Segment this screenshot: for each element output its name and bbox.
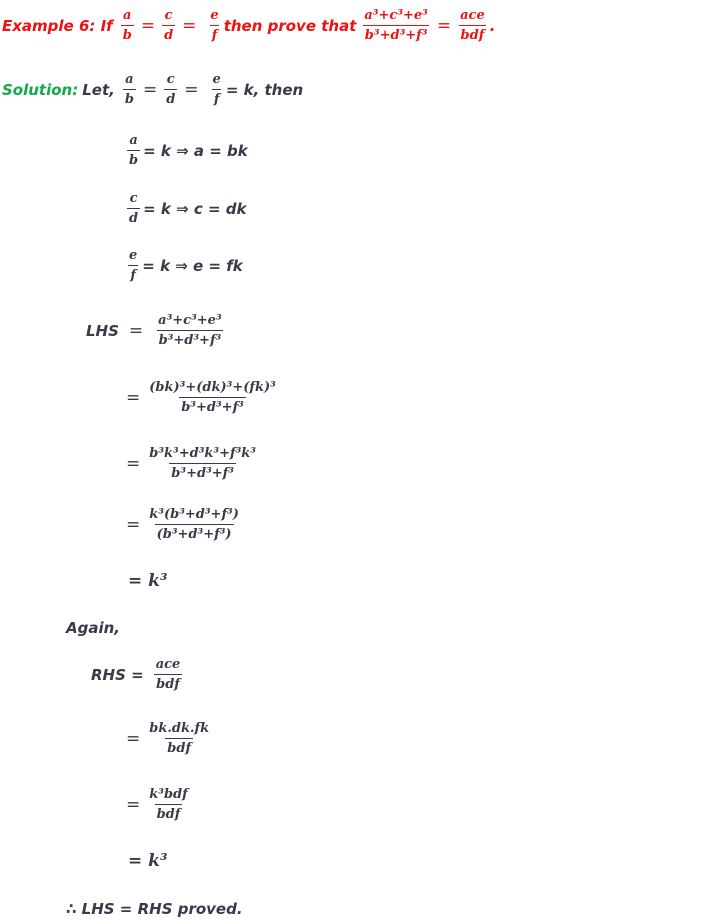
fraction-cubes: a³+c³+e³ b³+d³+f³ <box>362 8 430 43</box>
step-a: ab = k ⇒ a = bk <box>127 133 248 168</box>
again-text: Again, <box>66 619 120 637</box>
rhs-line-3: = k³bdf bdf <box>126 787 188 822</box>
step-e: ef = k ⇒ e = fk <box>128 248 243 283</box>
rhs-line-2: = bk.dk.fk bdf <box>126 721 210 756</box>
rhs-label: RHS = <box>91 665 144 684</box>
then-prove-text: then prove that <box>223 16 357 35</box>
fraction-e-f: ef <box>211 72 222 107</box>
lhs-label: LHS <box>86 321 119 340</box>
fraction-c-d: cd <box>162 8 176 43</box>
fraction-a-b: ab <box>120 8 134 43</box>
solution-label: Solution: <box>2 80 79 99</box>
step-c: cd = k ⇒ c = dk <box>127 191 247 226</box>
lhs-line-4: = k³(b³+d³+f³) (b³+d³+f³) <box>126 507 239 542</box>
rhs-result: = k³ <box>128 851 168 871</box>
conclusion-text: ∴ LHS = RHS proved. <box>66 900 243 918</box>
example-label: Example 6: If <box>2 16 113 35</box>
lhs-result: = k³ <box>128 571 168 591</box>
lhs-line-2: = (bk)³+(dk)³+(fk)³ b³+d³+f³ <box>126 380 276 415</box>
fraction-a-b: ab <box>122 72 136 107</box>
fraction-e-f: ef <box>209 8 220 43</box>
example-statement: Example 6: If ab = cd = ef then prove th… <box>2 8 496 43</box>
fraction-ace-bdf: ace bdf <box>458 8 487 43</box>
lhs-line-3: = b³k³+d³k³+f³k³ b³+d³+f³ <box>126 446 256 481</box>
rhs-line-1: RHS = ace bdf <box>91 657 182 692</box>
fraction-c-d: cd <box>164 72 178 107</box>
solution-line: Solution: Let, ab = cd = ef = k, then <box>2 72 304 107</box>
lhs-line-1: LHS = a³+c³+e³ b³+d³+f³ <box>86 313 224 348</box>
